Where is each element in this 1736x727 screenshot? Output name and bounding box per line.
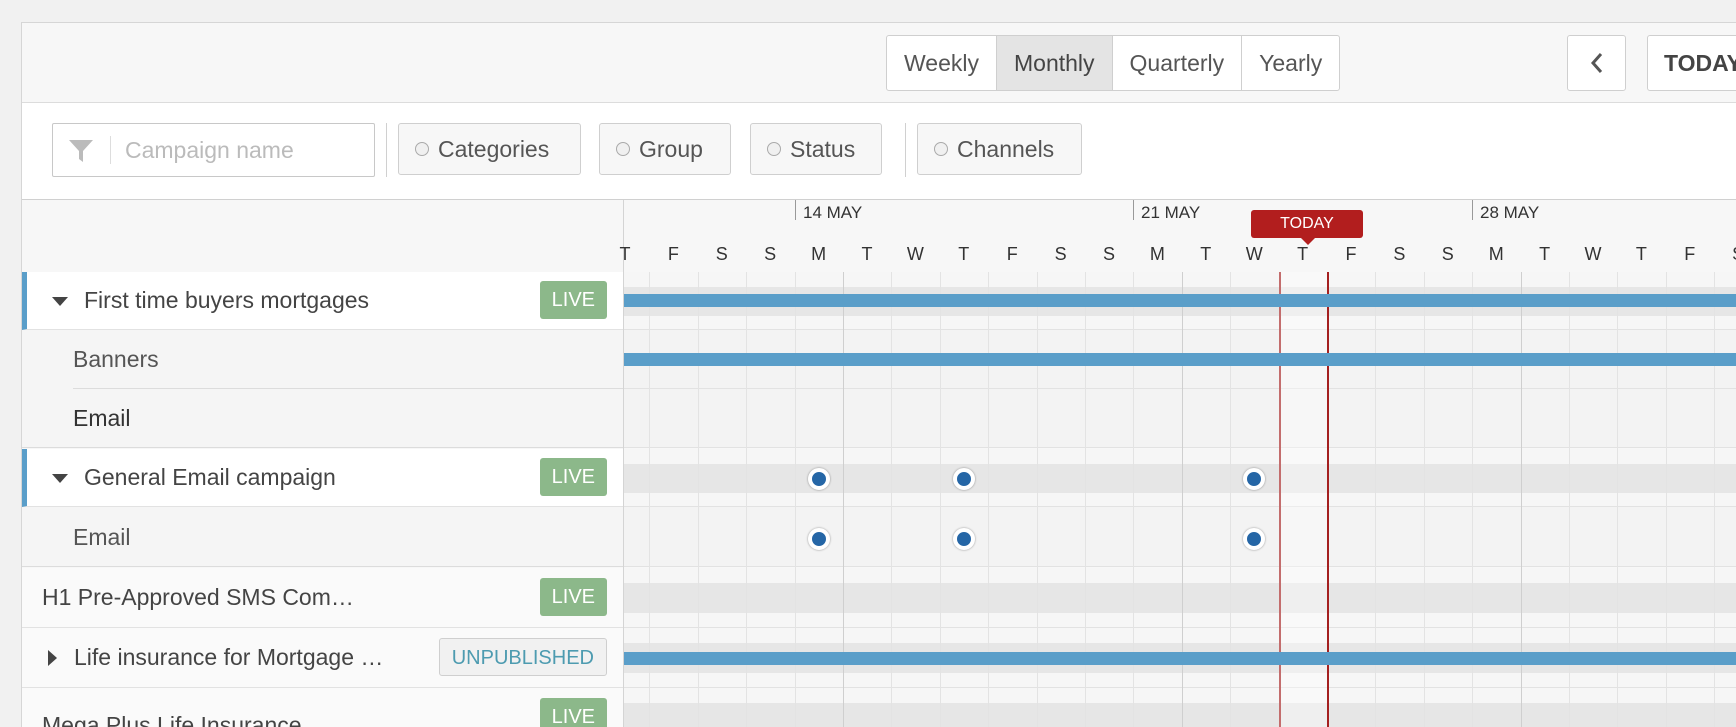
campaign-row[interactable]: Life insurance for Mortgage … UNPUBLISHE… — [22, 628, 623, 688]
filter-funnel-icon — [69, 140, 93, 162]
week-label: 28 MAY — [1480, 203, 1540, 222]
day-letter: W — [906, 244, 924, 264]
timeline-body — [624, 272, 1736, 727]
channel-bar[interactable] — [624, 353, 1736, 366]
campaign-row[interactable]: Mega Plus Life Insurance LIVE — [22, 688, 623, 727]
channels-label: Channels — [957, 135, 1055, 162]
day-letter: S — [1393, 244, 1406, 264]
send-event-dot[interactable] — [808, 468, 830, 490]
status-badge: LIVE — [539, 698, 607, 727]
send-event-dot[interactable] — [953, 468, 975, 490]
day-letter: M — [1488, 244, 1504, 264]
search-placeholder: Campaign name — [125, 137, 294, 163]
day-letter: F — [1345, 244, 1357, 264]
day-letter: F — [1006, 244, 1018, 264]
tab-yearly[interactable]: Yearly — [1242, 36, 1339, 90]
status-badge: LIVE — [539, 281, 607, 319]
radio-icon — [934, 142, 948, 156]
day-letter: W — [1245, 244, 1263, 264]
day-letter: M — [811, 244, 827, 264]
day-letter: S — [1054, 244, 1067, 264]
campaign-name: Life insurance for Mortgage … — [74, 644, 384, 670]
filter-bar: Campaign name Categories Group Status Ch… — [22, 103, 1736, 200]
status-badge: UNPUBLISHED — [438, 638, 607, 676]
day-letter: F — [1684, 244, 1696, 264]
campaign-search-input[interactable]: Campaign name — [52, 123, 375, 177]
campaign-row[interactable]: H1 Pre-Approved SMS Com… LIVE — [22, 568, 623, 628]
date-header: TFSSMTWTFSSMTWTFSSMTWTFS14 MAY21 MAY28 M… — [620, 200, 1736, 273]
channel-row[interactable]: Email — [22, 507, 623, 567]
radio-icon — [616, 142, 630, 156]
send-event-dot[interactable] — [808, 528, 830, 550]
channel-row[interactable]: Email — [22, 389, 623, 448]
send-event-dot[interactable] — [953, 528, 975, 550]
caret-down-icon[interactable] — [52, 474, 68, 483]
campaign-bar[interactable] — [624, 652, 1736, 665]
campaign-name: First time buyers mortgages — [84, 287, 370, 313]
campaign-row[interactable]: General Email campaign LIVE — [22, 449, 623, 507]
radio-icon — [767, 142, 781, 156]
day-letter: T — [861, 244, 873, 264]
top-toolbar: Weekly Monthly Quarterly Yearly TODAY — [22, 23, 1736, 103]
day-letter: S — [715, 244, 728, 264]
channels-filter-button[interactable]: Channels — [917, 123, 1082, 175]
tab-quarterly[interactable]: Quarterly — [1113, 36, 1243, 90]
day-letter: M — [1149, 244, 1165, 264]
day-letter: T — [1635, 244, 1647, 264]
campaign-name: H1 Pre-Approved SMS Com… — [42, 584, 354, 610]
categories-filter-button[interactable]: Categories — [398, 123, 581, 175]
day-letter: S — [1441, 244, 1454, 264]
day-letter: S — [1714, 244, 1736, 265]
status-label: Status — [790, 135, 856, 162]
day-letter: T — [1297, 244, 1309, 264]
day-letter: F — [667, 244, 679, 264]
group-label: Group — [639, 135, 703, 162]
chevron-left-icon — [1590, 53, 1602, 73]
campaign-name: General Email campaign — [84, 464, 336, 490]
day-letter: T — [958, 244, 970, 264]
group-filter-button[interactable]: Group — [599, 123, 731, 175]
status-badge: LIVE — [539, 458, 607, 496]
day-letter: W — [1584, 244, 1602, 264]
caret-down-icon[interactable] — [52, 297, 68, 306]
channel-row[interactable]: Banners — [22, 330, 623, 389]
categories-label: Categories — [438, 135, 550, 162]
send-event-dot[interactable] — [1243, 528, 1265, 550]
view-switcher: Weekly Monthly Quarterly Yearly — [886, 35, 1341, 91]
caret-right-icon[interactable] — [48, 650, 57, 666]
filter-divider — [386, 123, 387, 177]
send-event-dot[interactable] — [1243, 468, 1265, 490]
day-letter: T — [1539, 244, 1551, 264]
campaign-name: Mega Plus Life Insurance — [42, 712, 302, 727]
tab-monthly[interactable]: Monthly — [997, 36, 1113, 90]
tab-weekly[interactable]: Weekly — [887, 36, 997, 90]
search-divider — [110, 136, 111, 164]
week-label: 14 MAY — [803, 203, 863, 222]
day-letter: S — [1102, 244, 1115, 264]
campaign-calendar: Weekly Monthly Quarterly Yearly TODAY Ca… — [21, 22, 1736, 727]
timeline-grid: TFSSMTWTFSSMTWTFSSMTWTFS14 MAY21 MAY28 M… — [620, 200, 1736, 727]
campaign-bar[interactable] — [624, 294, 1736, 307]
radio-icon — [415, 142, 429, 156]
day-letter: T — [1200, 244, 1212, 264]
status-badge: LIVE — [539, 578, 607, 616]
channel-name: Email — [73, 405, 131, 431]
prev-button[interactable] — [1567, 35, 1626, 91]
day-letter: T — [619, 244, 631, 264]
day-letter: S — [764, 244, 777, 264]
today-button[interactable]: TODAY — [1647, 35, 1736, 91]
campaign-row[interactable]: First time buyers mortgages LIVE — [22, 272, 623, 330]
filter-divider — [905, 123, 906, 177]
today-marker: TODAY — [1251, 210, 1363, 245]
campaign-list: First time buyers mortgages LIVE Banners… — [22, 200, 624, 727]
channel-name: Email — [73, 524, 131, 550]
status-filter-button[interactable]: Status — [750, 123, 882, 175]
week-label: 21 MAY — [1141, 203, 1201, 222]
channel-name: Banners — [73, 346, 159, 372]
campaign-list-header — [22, 200, 623, 273]
